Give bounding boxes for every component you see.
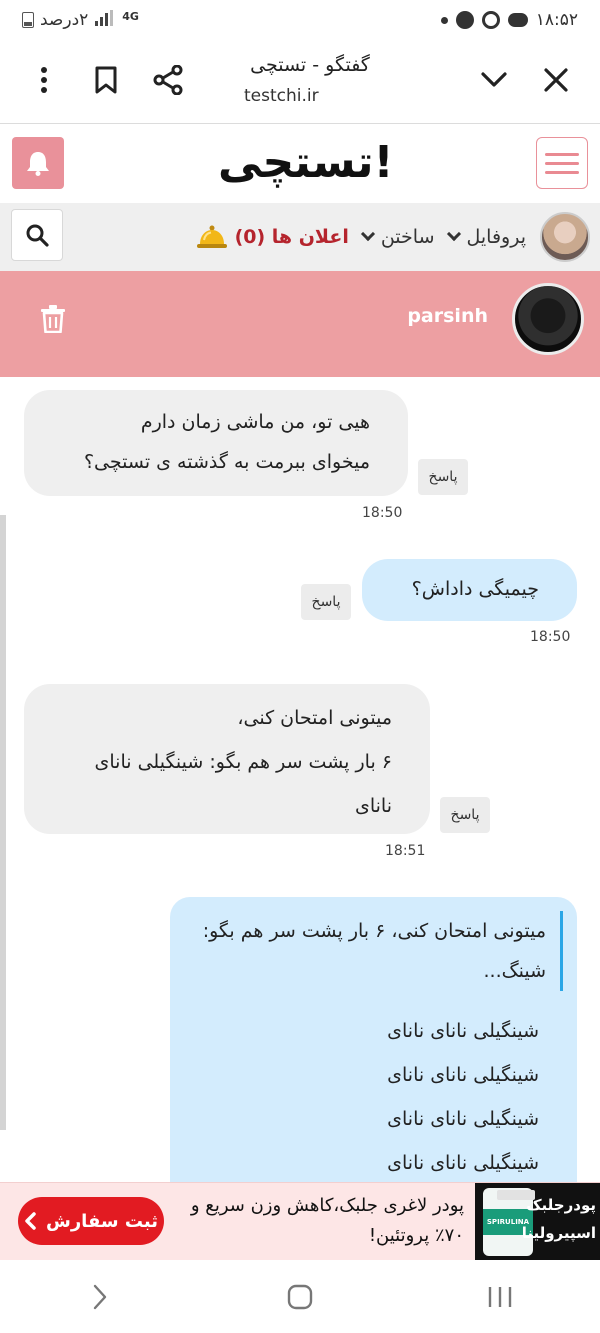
network-type: 4G — [122, 9, 139, 23]
share-icon[interactable] — [148, 60, 188, 100]
menu-bar — [545, 161, 579, 165]
trash-icon[interactable] — [40, 305, 66, 334]
message-line: شینگیلی نانای نانای — [387, 1064, 539, 1086]
ad-image-text: پودرجلبک اسپیرولینا — [521, 1196, 596, 1242]
message-line: شینگیلی نانای نانای — [387, 1108, 539, 1130]
close-icon[interactable] — [536, 60, 576, 100]
signal-icon — [94, 9, 116, 31]
site-logo[interactable]: تستچی! — [218, 135, 395, 191]
recent-apps-icon[interactable] — [480, 1277, 520, 1317]
page-url[interactable]: testchi.ir — [200, 86, 420, 106]
ad-banner[interactable]: ثبت سفارش پودر لاغری جلبک،کاهش وزن سریع … — [0, 1182, 600, 1261]
avatar[interactable] — [540, 212, 590, 262]
chevron-down-icon — [446, 226, 461, 242]
message-time: 18:50 — [362, 505, 403, 521]
site-nav: پروفایل ساختن اعلان ها (0) — [0, 203, 600, 271]
chevron-down-icon — [360, 226, 375, 242]
ad-image[interactable]: SPIRULINA پودرجلبک اسپیرولینا — [475, 1183, 600, 1261]
browser-toolbar: گفتگو - تستچی testchi.ir — [0, 40, 600, 124]
menu-bar — [545, 170, 579, 174]
message-time: 18:50 — [530, 629, 571, 645]
nav-items: پروفایل ساختن اعلان ها (0) — [196, 209, 590, 265]
dot-icon — [440, 16, 448, 24]
chat-user-avatar[interactable] — [512, 283, 584, 355]
nav-notifications[interactable]: اعلان ها (0) — [196, 224, 349, 250]
chat-user-name[interactable]: parsinh — [407, 305, 488, 327]
service-bell-icon — [196, 224, 227, 250]
sync-icon — [481, 11, 500, 29]
page-title: گفتگو - تستچی — [250, 54, 370, 76]
battery-percent: ۲درصد — [40, 10, 89, 30]
nav-build-label: ساختن — [380, 226, 435, 248]
system-navigation-bar — [0, 1260, 600, 1333]
scroll-track — [0, 515, 6, 1130]
message-line: میخوای ببرمت به گذشته ی تستچی؟ — [83, 451, 370, 473]
home-icon[interactable] — [280, 1277, 320, 1317]
site-header: تستچی! — [0, 125, 600, 203]
message-line: میتونی امتحان کنی، — [237, 707, 392, 729]
chat-header: parsinh — [0, 271, 600, 377]
message-line: چیمیگی داداش؟ — [411, 578, 539, 600]
search-button[interactable] — [11, 209, 63, 261]
hamburger-menu-button[interactable] — [536, 137, 588, 189]
bell-icon — [27, 152, 49, 176]
nav-build[interactable]: ساختن — [360, 226, 435, 248]
page-title-block: گفتگو - تستچی testchi.ir — [200, 54, 420, 106]
back-icon[interactable] — [80, 1277, 120, 1317]
menu-bar — [545, 152, 579, 156]
reply-button[interactable]: پاسخ — [440, 797, 490, 833]
message-line: ۶ بار پشت سر هم بگو: شینگیلی نانای — [94, 751, 392, 773]
message-line: هیی تو، من ماشی زمان دارم — [140, 411, 370, 433]
bookmark-icon[interactable] — [86, 60, 126, 100]
message-bubble: میتونی امتحان کنی، ۶ بار پشت سر هم بگو: … — [170, 897, 577, 1182]
message-list[interactable]: هیی تو، من ماشی زمان دارم میخوای ببرمت ب… — [0, 377, 600, 1182]
order-button-label: ثبت سفارش — [45, 1210, 159, 1232]
ad-text: پودر لاغری جلبک،کاهش وزن سریع و ۷۰٪ پروت… — [190, 1195, 464, 1246]
snapchat-icon — [455, 11, 474, 29]
quoted-message[interactable]: میتونی امتحان کنی، ۶ بار پشت سر هم بگو: … — [191, 911, 563, 991]
message-bubble: هیی تو، من ماشی زمان دارم میخوای ببرمت ب… — [24, 390, 408, 496]
weather-icon — [507, 13, 528, 27]
status-right: ۱۸:۵۲ — [440, 10, 578, 30]
message-line: شینگیلی نانای نانای — [387, 1152, 539, 1174]
message-bubble: میتونی امتحان کنی، ۶ بار پشت سر هم بگو: … — [24, 684, 430, 834]
nav-profile-label: پروفایل — [466, 226, 527, 248]
nav-notifications-label: اعلان ها (0) — [234, 226, 349, 248]
message-line: نانای — [354, 795, 392, 817]
message-line: شینگیلی نانای نانای — [387, 1020, 539, 1042]
reply-button[interactable]: پاسخ — [418, 459, 468, 495]
message-bubble: چیمیگی داداش؟ — [362, 559, 577, 621]
search-icon — [26, 224, 49, 247]
message-time: 18:51 — [385, 843, 426, 859]
status-bar: ۲درصد 4G ۱۸:۵۲ — [0, 0, 600, 40]
clock: ۱۸:۵۲ — [535, 10, 578, 30]
more-options-icon[interactable] — [24, 60, 64, 100]
notification-button[interactable] — [12, 137, 64, 189]
reply-button[interactable]: پاسخ — [301, 584, 351, 620]
battery-icon — [22, 12, 34, 28]
chevron-down-icon[interactable] — [474, 60, 514, 100]
chevron-left-icon — [25, 1212, 36, 1230]
nav-profile[interactable]: پروفایل — [446, 226, 527, 248]
order-button[interactable]: ثبت سفارش — [18, 1197, 164, 1245]
status-left: ۲درصد 4G — [22, 9, 139, 31]
